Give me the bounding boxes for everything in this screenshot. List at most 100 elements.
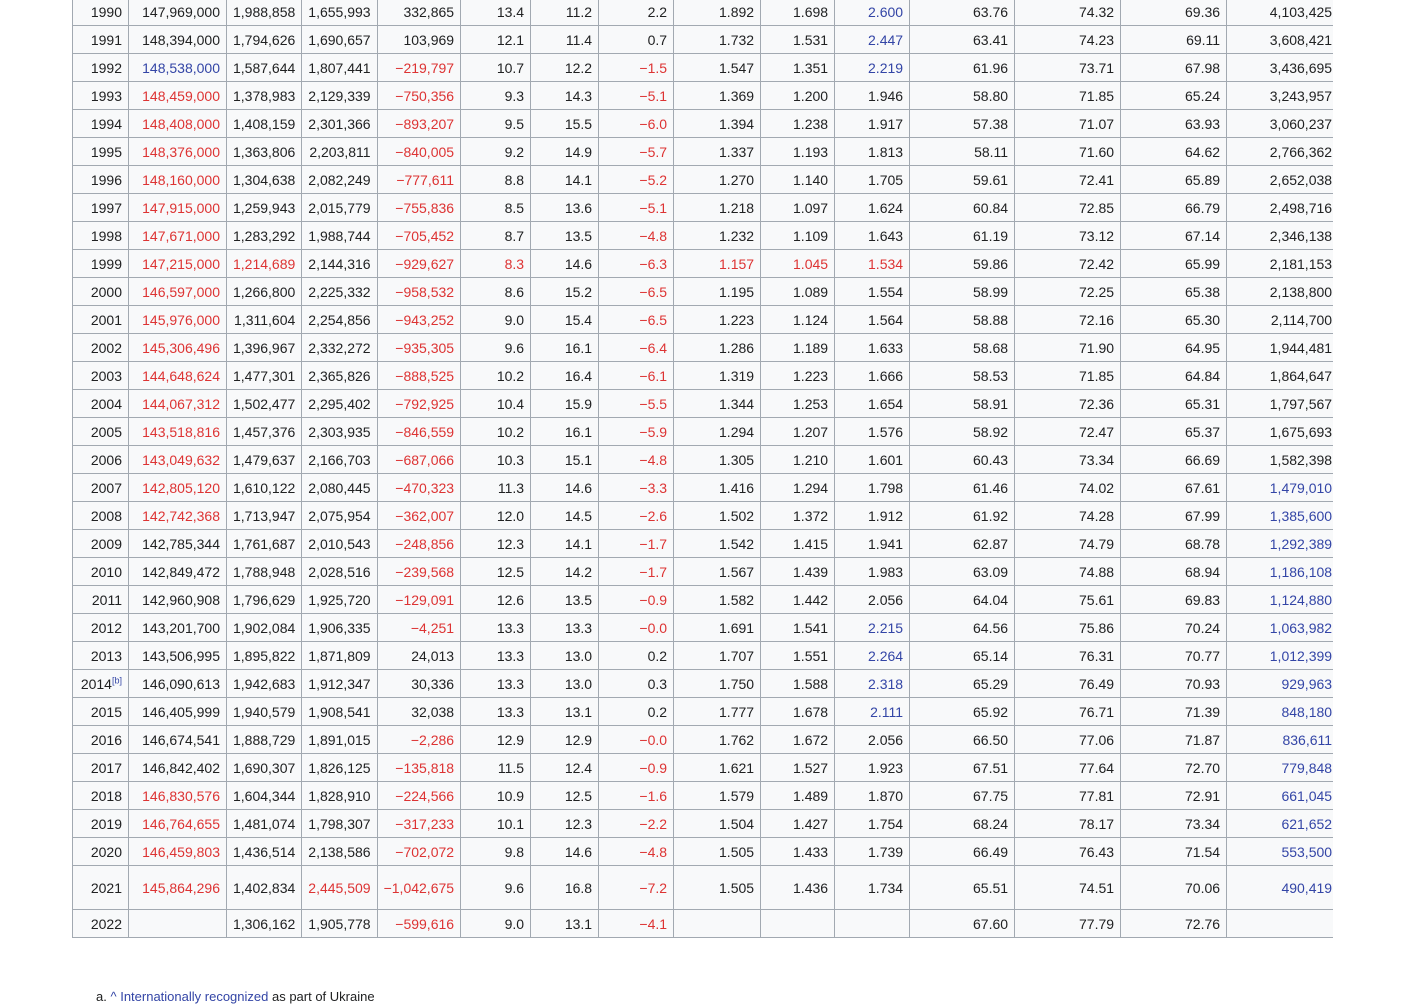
cell-value: 2002 [90, 339, 122, 356]
natural-change-cell: 24,013 [376, 641, 462, 670]
fertility-rate-cell: 1.394 [673, 109, 762, 138]
cell-value: 58.91 [973, 395, 1009, 412]
natural-change-rate-cell: −2.2 [598, 809, 675, 838]
cell-value: 8.3 [504, 255, 525, 272]
value-cell: 3,608,421 [1226, 25, 1340, 54]
fertility-rate-cell: 1.337 [673, 137, 762, 166]
cell-value: 1.294 [793, 479, 829, 496]
cell-value: 14.6 [564, 479, 593, 496]
life-expectancy-3-cell: 71.87 [1120, 725, 1228, 754]
cell-value: 1,396,967 [233, 339, 296, 356]
cell-value: 61.92 [973, 507, 1009, 524]
table-row: 1990 147,969,000 1,988,858 1,655,993 332,865… [72, 0, 1340, 26]
cell-value: 1,895,822 [233, 647, 296, 664]
year-cell: 2017 [72, 753, 129, 782]
cell-value: 146,597,000 [142, 283, 220, 300]
life-expectancy-1-cell: 58.99 [909, 277, 1016, 306]
cell-value: 1,908,541 [308, 703, 371, 720]
cell-value: 2,181,153 [1269, 255, 1333, 272]
cell-value: 67.75 [973, 787, 1009, 804]
footnote-link[interactable]: Internationally recognized [120, 989, 268, 1004]
cell-value: 2,652,038 [1269, 171, 1333, 188]
value-cell: 2,138,800 [1226, 277, 1340, 306]
fertility-rate-3-cell: 2.215 [834, 613, 911, 642]
live-births-cell: 1,940,579 [225, 697, 303, 726]
table-body: 1990 147,969,000 1,988,858 1,655,993 332,865… [72, 0, 1340, 938]
cell-value: 1,604,344 [233, 787, 296, 804]
cell-value: 65.30 [1185, 311, 1221, 328]
live-births-cell: 1,481,074 [225, 809, 303, 838]
cell-value: 1.798 [868, 479, 904, 496]
value-cell: 1,063,982 [1226, 613, 1340, 642]
cell-value: 15.2 [564, 283, 593, 300]
cell-value: −792,925 [395, 395, 455, 412]
cell-value: 1.195 [719, 283, 755, 300]
cell-value: 2.2 [647, 3, 668, 20]
deaths-cell: 2,015,779 [301, 193, 378, 222]
cell-value: 59.86 [973, 255, 1009, 272]
live-births-cell: 1,902,084 [225, 613, 303, 642]
cell-value: −470,323 [395, 479, 455, 496]
fertility-rate-cell: 1.270 [673, 165, 762, 194]
fertility-rate-3-cell: 1.983 [834, 557, 911, 586]
fertility-rate-3-cell: 1.705 [834, 165, 911, 194]
cell-value: 1.157 [719, 255, 755, 272]
fertility-rate-2-cell: 1.427 [760, 809, 836, 838]
cell-value: 1.541 [793, 619, 829, 636]
cell-value: 1,306,162 [233, 915, 296, 932]
cell-value: 1.351 [793, 59, 829, 76]
year-cell: 2006 [72, 445, 129, 474]
natural-change-rate-cell: −5.1 [598, 193, 675, 222]
cell-value: 3,436,695 [1269, 59, 1333, 76]
natural-change-cell: −4,251 [376, 613, 462, 642]
life-expectancy-1-cell: 67.51 [909, 753, 1016, 782]
cell-value: 1.754 [868, 815, 904, 832]
life-expectancy-2-cell: 72.47 [1014, 417, 1122, 446]
cell-value: 148,459,000 [142, 87, 220, 104]
cell-value: 4,103,425 [1269, 3, 1333, 20]
cell-value: 2,225,332 [308, 283, 371, 300]
death-rate-cell: 11.4 [530, 25, 600, 54]
cell-value: 2007 [90, 479, 122, 496]
cell-value: −6.3 [639, 255, 668, 272]
birth-rate-cell: 9.2 [460, 137, 532, 166]
cell-value: 1.576 [868, 423, 904, 440]
life-expectancy-1-cell: 65.92 [909, 697, 1016, 726]
footnote-caret-link[interactable]: ^ [110, 989, 116, 1004]
fertility-rate-cell: 1.416 [673, 473, 762, 502]
cell-value: 76.49 [1079, 675, 1115, 692]
cell-value: 1,788,948 [233, 563, 296, 580]
cell-value: −4,251 [410, 619, 455, 636]
birth-rate-cell: 9.0 [460, 909, 532, 938]
cell-value: 2.219 [868, 59, 904, 76]
life-expectancy-1-cell: 67.60 [909, 909, 1016, 938]
fertility-rate-2-cell: 1.436 [760, 865, 836, 910]
year-cell: 2014[b] [72, 669, 129, 698]
value-cell: 1,944,481 [1226, 333, 1340, 362]
cell-value: 14.2 [564, 563, 593, 580]
cell-value: 66.49 [973, 843, 1009, 860]
cell-value: 2.600 [868, 3, 904, 20]
natural-change-rate-cell: 0.3 [598, 669, 675, 698]
cell-value: 70.77 [1185, 647, 1221, 664]
cell-value: 1997 [90, 199, 122, 216]
cell-value: 1.527 [793, 759, 829, 776]
cell-value: 72.70 [1185, 759, 1221, 776]
fertility-rate-cell: 1.542 [673, 529, 762, 558]
deaths-cell: 1,807,441 [301, 53, 378, 82]
cell-value: 1.189 [793, 339, 829, 356]
cell-value: 1.707 [719, 647, 755, 664]
deaths-cell: 2,203,811 [301, 137, 378, 166]
life-expectancy-2-cell: 76.49 [1014, 669, 1122, 698]
cell-value: 2,075,954 [308, 507, 371, 524]
death-rate-cell: 12.4 [530, 753, 600, 782]
cell-value: 1,690,657 [308, 31, 371, 48]
live-births-cell: 1,378,983 [225, 81, 303, 110]
cell-value: 58.53 [973, 367, 1009, 384]
death-rate-cell: 13.5 [530, 221, 600, 250]
footnote-ref-link[interactable]: [b] [112, 675, 122, 685]
cell-value: 143,506,995 [142, 647, 220, 664]
cell-value: −687,066 [395, 451, 455, 468]
population-cell: 145,976,000 [128, 305, 227, 334]
cell-value: 1.750 [719, 675, 755, 692]
